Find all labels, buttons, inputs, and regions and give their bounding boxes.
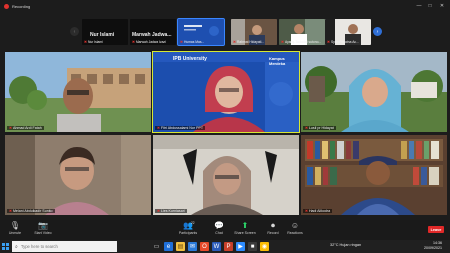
record-icon: ⏺ [271, 221, 275, 230]
mic-muted-icon: ✖ [305, 209, 308, 213]
mic-muted-icon: ✖ [233, 40, 236, 44]
microphone-off-icon: 🎙 [9, 221, 21, 230]
participant-name: Hadi Alikodra [308, 209, 331, 213]
minimize-button[interactable]: — [414, 1, 424, 10]
clock-date: 20/09/2021 [424, 246, 442, 251]
weather-status[interactable]: 32°C Hujan ringan [330, 243, 361, 247]
reactions-icon: ☺ [290, 221, 300, 230]
search-icon: ⌕ [15, 243, 18, 250]
participant-name: Rahmat Hidayati... [236, 40, 265, 44]
unmute-button[interactable]: 🎙 Unmute [0, 221, 30, 235]
mic-muted-icon: ✖ [84, 40, 87, 44]
participant-thumb[interactable]: ✖ Ayang-Tadodlei sutono... [279, 19, 325, 45]
system-clock[interactable]: 14:36 20/09/2021 [424, 241, 442, 251]
word-icon[interactable]: W [212, 242, 221, 251]
chat-icon: 💬 [214, 221, 224, 230]
participant-thumb[interactable]: ✖ Humas Mas... [177, 18, 225, 46]
participant-thumb[interactable]: Marwah Jadwa... ✖ Marwah Jadwa Izazi [130, 19, 176, 45]
mic-muted-icon: ✖ [327, 40, 330, 44]
taskbar-search-input[interactable] [20, 244, 111, 249]
video-tile[interactable]: ✖ Lusli pr Hidayat [301, 52, 447, 132]
participant-big-name: Nur Islami [90, 32, 115, 38]
recording-label: Recording [12, 3, 31, 9]
taskbar-search[interactable]: ⌕ [12, 241, 117, 252]
video-tile[interactable]: ✖ Lies Kurniasari [153, 135, 299, 215]
mic-muted-icon: ✖ [281, 40, 284, 44]
windows-taskbar: ⌕ ▭ e ▤ ✉ O W P ▶ ■ ◉ 32°C Hujan ringan … [0, 240, 450, 253]
share-screen-icon: ⬆ [241, 221, 249, 230]
office-icon[interactable]: O [200, 242, 209, 251]
participant-name: Ahmad Ardi Fatah [12, 126, 42, 130]
participant-name: Ayang-Tadodlei sutono... [284, 40, 322, 44]
mic-muted-icon: ✖ [132, 40, 135, 44]
video-tile[interactable]: ✖ Melani Abdulkadir Sunito [5, 135, 151, 215]
video-tile[interactable]: ✖ Ahmad Ardi Fatah [5, 52, 151, 132]
close-button[interactable]: ✕ [437, 1, 447, 10]
strip-prev-button[interactable]: ‹ [70, 27, 79, 36]
task-view-icon[interactable]: ▭ [152, 242, 161, 251]
participant-video [5, 52, 151, 132]
participant-big-name: Marwah Jadwa... [132, 32, 172, 38]
participants-count: 22 [191, 221, 195, 225]
participants-button[interactable]: 👥 22 Participants [173, 221, 203, 235]
reactions-button[interactable]: ☺ Reactions [280, 221, 310, 235]
share-screen-button[interactable]: ⬆ Share Screen [230, 221, 260, 235]
recording-bar: Recording — □ ✕ [0, 0, 450, 12]
video-off-icon: 📷 [38, 221, 48, 230]
participant-name: Humas Mas... [183, 40, 205, 44]
participant-name: Melani Abdulkadir Sunito [12, 209, 53, 213]
powerpoint-icon[interactable]: P [224, 242, 233, 251]
participant-thumb[interactable]: Nur Islami ✖ Nur Islami [82, 19, 128, 45]
zoom-app-icon[interactable]: ▶ [236, 242, 245, 251]
mic-muted-icon: ✖ [9, 209, 12, 213]
mic-muted-icon: ✖ [9, 126, 12, 130]
participant-video [153, 135, 299, 215]
ipb-banner-motto: Kampus Merdeka [269, 56, 286, 66]
strip-next-button[interactable]: › [373, 27, 382, 36]
mail-icon[interactable]: ✉ [188, 242, 197, 251]
participant-thumb[interactable]: ✖ Syah Priyatna Ac... [325, 19, 371, 45]
mic-muted-icon: ✖ [157, 126, 160, 130]
participant-name: Nur Islami [87, 40, 103, 44]
maximize-button[interactable]: □ [425, 1, 435, 10]
participant-thumb[interactable]: ✖ Rahmat Hidayati... [231, 19, 277, 45]
participant-video [5, 135, 151, 215]
video-tile[interactable]: IPB University Kampus Merdeka ✖ Fitri Abd… [152, 51, 300, 133]
chrome-icon[interactable]: ◉ [260, 242, 269, 251]
participant-strip: ‹ Nur Islami ✖ Nur Islami Marwah Jadwa...… [0, 14, 450, 50]
start-video-button[interactable]: 📷 Start Video [28, 221, 58, 235]
ipb-banner-brand: IPB University [173, 56, 207, 62]
video-tile[interactable]: ✖ Hadi Alikodra [301, 135, 447, 215]
file-explorer-icon[interactable]: ▤ [176, 242, 185, 251]
leave-button[interactable]: Leave [428, 226, 444, 233]
participant-video [301, 135, 447, 215]
windows-start-icon[interactable] [2, 243, 9, 250]
mic-muted-icon: ✖ [305, 126, 308, 130]
zoom-meeting-window: Recording — □ ✕ ‹ Nur Islami ✖ Nur Islami… [0, 0, 450, 253]
meeting-toolbar: 🎙 Unmute 📷 Start Video 👥 22 Participants… [0, 220, 450, 240]
participant-name: Lusli pr Hidayat [308, 126, 334, 130]
mic-muted-icon: ✖ [157, 209, 160, 213]
participant-name: Fitri Abdussalami Nor PPT [160, 126, 204, 130]
participant-name: Lies Kurniasari [160, 209, 185, 213]
app-icon[interactable]: ■ [248, 242, 257, 251]
mic-muted-icon: ✖ [180, 40, 183, 44]
edge-browser-icon[interactable]: e [164, 242, 173, 251]
recording-dot-icon [4, 3, 9, 9]
participant-video [301, 52, 447, 132]
participant-name: Syah Priyatna Ac... [330, 40, 359, 44]
participant-name: Marwah Jadwa Izazi [135, 40, 166, 44]
